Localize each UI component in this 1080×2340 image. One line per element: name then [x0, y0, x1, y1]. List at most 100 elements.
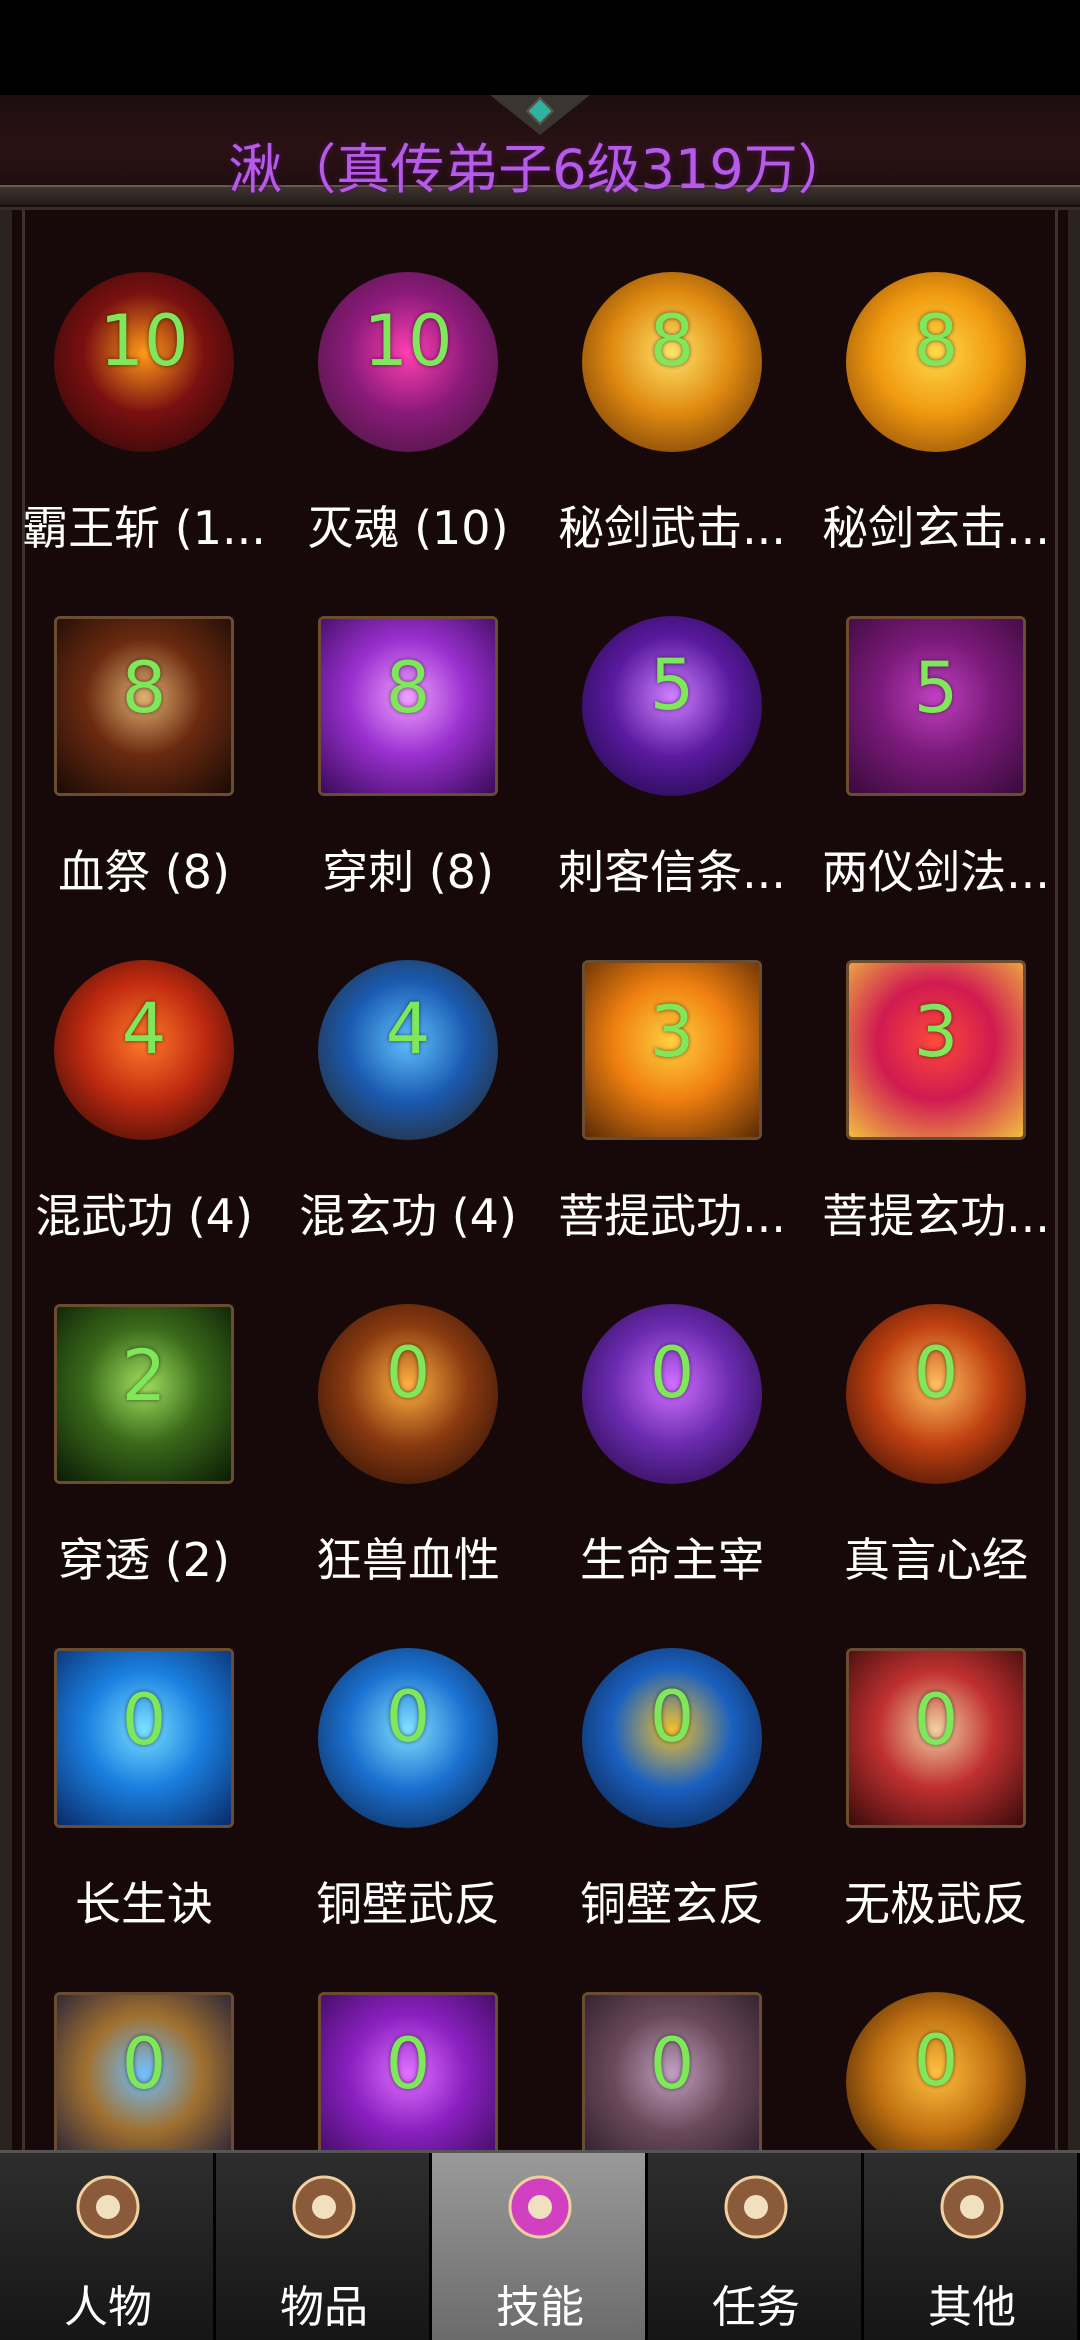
armored-knight-icon[interactable]: 0 — [54, 1992, 234, 2150]
skill-name: 菩提玄功... — [822, 1189, 1050, 1243]
helmet-icon[interactable]: 0 — [582, 1992, 762, 2150]
skill-cell[interactable]: 2 穿透 (2) — [12, 1292, 276, 1636]
tab-2[interactable]: 技能 — [432, 2153, 648, 2340]
skill-cell[interactable]: 0 — [12, 1980, 276, 2150]
skill-name: 菩提武功... — [558, 1189, 786, 1243]
blue-gem-crest-icon[interactable]: 4 — [318, 960, 498, 1140]
tab-3[interactable]: 任务 — [648, 2153, 864, 2340]
skill-cell[interactable]: 0 — [804, 1980, 1068, 2150]
skill-level: 10 — [363, 300, 453, 382]
purple-warrior-icon[interactable]: 0 — [582, 1304, 762, 1484]
skill-name: 狂兽血性 — [316, 1533, 500, 1587]
skill-name: 血祭 (8) — [58, 845, 230, 899]
skills-grid: 10 霸王斩 (1... 10 灭魂 (10) 8 秘剑武击... 8 秘剑玄击... 8 血祭 … — [12, 260, 1068, 2150]
blue-gold-swirl-icon[interactable]: 0 — [582, 1648, 762, 1828]
purple-portal-icon[interactable]: 8 — [318, 616, 498, 796]
skill-level: 8 — [649, 300, 695, 382]
skill-level: 0 — [385, 2023, 431, 2105]
settings-sword-icon — [932, 2167, 1012, 2247]
gold-flask-icon[interactable]: 0 — [846, 1992, 1026, 2150]
skill-level: 0 — [913, 1679, 959, 1761]
skill-name: 穿刺 (8) — [322, 845, 494, 899]
skill-level: 8 — [913, 300, 959, 382]
skill-level: 0 — [649, 2023, 695, 2105]
blue-swirl-icon[interactable]: 0 — [318, 1648, 498, 1828]
skill-level: 8 — [121, 647, 167, 729]
fire-slash-icon[interactable]: 10 — [54, 272, 234, 452]
skill-cell[interactable]: 0 铜壁武反 — [276, 1636, 540, 1980]
tab-label: 人物 — [64, 2282, 152, 2333]
page-header: 湫（真传弟子6级319万） — [0, 95, 1080, 210]
skill-cell[interactable]: 8 血祭 (8) — [12, 604, 276, 948]
skill-orb-icon — [500, 2167, 580, 2247]
skill-level: 5 — [913, 647, 959, 729]
skill-level: 2 — [121, 1335, 167, 1417]
red-orb-icon[interactable]: 3 — [846, 960, 1026, 1140]
skill-cell[interactable]: 3 菩提玄功... — [804, 948, 1068, 1292]
skill-cell[interactable]: 0 — [276, 1980, 540, 2150]
skull-icon[interactable]: 2 — [54, 1304, 234, 1484]
skills-panel[interactable]: 10 霸王斩 (1... 10 灭魂 (10) 8 秘剑武击... 8 秘剑玄击... 8 血祭 … — [0, 210, 1080, 2150]
skill-cell[interactable]: 10 灭魂 (10) — [276, 260, 540, 604]
tab-0[interactable]: 人物 — [0, 2153, 216, 2340]
character-icon — [68, 2167, 148, 2247]
magenta-gem-crest-icon[interactable]: 10 — [318, 272, 498, 452]
skill-cell[interactable]: 3 菩提武功... — [540, 948, 804, 1292]
tab-label: 技能 — [496, 2282, 584, 2333]
skill-name: 无极武反 — [844, 1877, 1028, 1931]
skill-level: 0 — [649, 1332, 695, 1414]
golden-vortex-icon[interactable]: 8 — [582, 272, 762, 452]
tab-4[interactable]: 其他 — [864, 2153, 1080, 2340]
skill-cell[interactable]: 8 穿刺 (8) — [276, 604, 540, 948]
beast-claw-icon[interactable]: 0 — [318, 1304, 498, 1484]
skill-level: 5 — [649, 644, 695, 726]
tab-label: 其他 — [928, 2282, 1016, 2333]
skill-level: 0 — [121, 2023, 167, 2105]
skill-cell[interactable]: 4 混武功 (4) — [12, 948, 276, 1292]
skill-name: 霸王斩 (1... — [22, 501, 266, 555]
skill-name: 刺客信条... — [558, 845, 786, 899]
skill-level: 3 — [649, 991, 695, 1073]
skill-level: 0 — [121, 1679, 167, 1761]
skill-cell[interactable]: 0 — [540, 1980, 804, 2150]
red-potion-icon[interactable]: 4 — [54, 960, 234, 1140]
skill-cell[interactable]: 10 霸王斩 (1... — [12, 260, 276, 604]
skill-level: 8 — [385, 647, 431, 729]
winged-figure-icon[interactable]: 8 — [54, 616, 234, 796]
purple-brain-icon[interactable]: 0 — [318, 1992, 498, 2150]
crossed-swords-icon[interactable]: 5 — [846, 616, 1026, 796]
status-bar — [0, 0, 1080, 95]
potion-icon — [284, 2167, 364, 2247]
skill-cell[interactable]: 4 混玄功 (4) — [276, 948, 540, 1292]
skill-cell[interactable]: 0 长生诀 — [12, 1636, 276, 1980]
golden-fists-icon[interactable]: 8 — [846, 272, 1026, 452]
blue-silhouette-icon[interactable]: 0 — [54, 1648, 234, 1828]
skill-cell[interactable]: 5 刺客信条... — [540, 604, 804, 948]
skill-cell[interactable]: 0 无极武反 — [804, 1636, 1068, 1980]
skill-level: 3 — [913, 991, 959, 1073]
skill-name: 穿透 (2) — [58, 1533, 230, 1587]
bottom-tab-bar: 人物 物品 技能 任务 其他 — [0, 2150, 1080, 2340]
skill-name: 混玄功 (4) — [299, 1189, 517, 1243]
skill-name: 铜壁武反 — [316, 1877, 500, 1931]
skill-level: 0 — [913, 1332, 959, 1414]
skill-cell[interactable]: 5 两仪剑法... — [804, 604, 1068, 948]
skill-cell[interactable]: 8 秘剑玄击... — [804, 260, 1068, 604]
skill-cell[interactable]: 0 生命主宰 — [540, 1292, 804, 1636]
skill-cell[interactable]: 0 真言心经 — [804, 1292, 1068, 1636]
skill-level: 0 — [385, 1676, 431, 1758]
tab-label: 物品 — [280, 2282, 368, 2333]
eye-icon[interactable]: 3 — [582, 960, 762, 1140]
skill-cell[interactable]: 0 狂兽血性 — [276, 1292, 540, 1636]
violet-sword-icon[interactable]: 5 — [582, 616, 762, 796]
skill-level: 0 — [649, 1676, 695, 1758]
fire-ring-icon[interactable]: 0 — [846, 1304, 1026, 1484]
skill-cell[interactable]: 8 秘剑武击... — [540, 260, 804, 604]
skill-name: 灭魂 (10) — [307, 501, 509, 555]
skill-level: 0 — [385, 1332, 431, 1414]
tab-1[interactable]: 物品 — [216, 2153, 432, 2340]
skill-cell[interactable]: 0 铜壁玄反 — [540, 1636, 804, 1980]
skill-name: 两仪剑法... — [822, 845, 1050, 899]
ornate-cross-icon[interactable]: 0 — [846, 1648, 1026, 1828]
skill-name: 秘剑玄击... — [822, 501, 1050, 555]
